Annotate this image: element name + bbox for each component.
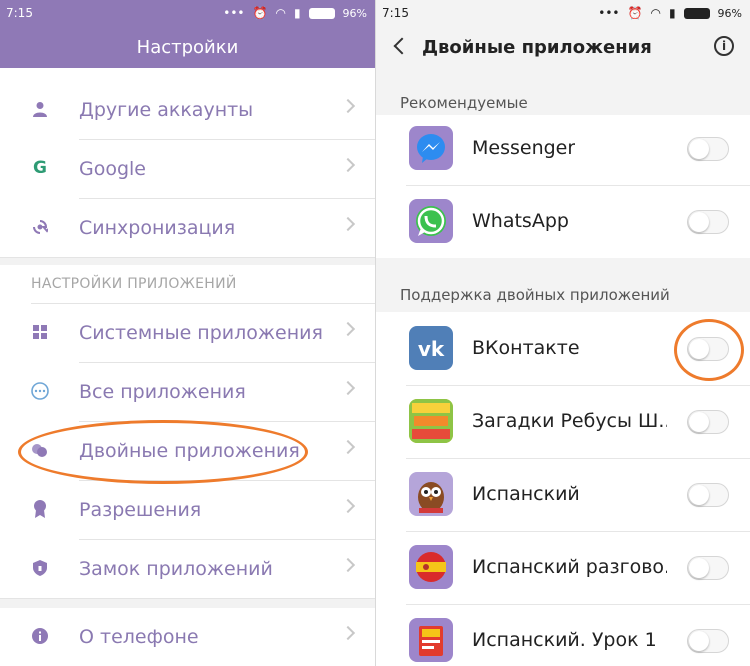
dual-icon: [29, 439, 51, 461]
status-time: 7:15: [382, 6, 409, 20]
settings-item-about-phone[interactable]: О телефоне: [0, 607, 375, 666]
settings-item-system-apps[interactable]: Системные приложения: [0, 303, 375, 362]
dual-app-toggle[interactable]: [687, 483, 729, 507]
app-row-whatsapp[interactable]: WhatsApp: [376, 185, 750, 258]
dual-apps-screen: 7:15 ••• ⏰ ◠ ▮ 96% Двойные приложения i …: [376, 0, 750, 666]
signal-icon: ▮: [668, 6, 676, 20]
badge-icon: [29, 498, 51, 520]
settings-item-label: Замок приложений: [79, 557, 273, 580]
dual-app-toggle[interactable]: [687, 210, 729, 234]
app-row-spanish-lesson[interactable]: Испанский. Урок 1: [376, 604, 750, 666]
app-name: Messenger: [472, 137, 576, 159]
whatsapp-icon: [409, 199, 453, 243]
app-row-spanish-conversation[interactable]: Испанский разгово...: [376, 531, 750, 604]
app-name: Испанский: [472, 483, 580, 505]
vk-icon: vk: [409, 326, 453, 370]
section-title: Рекомендуемые: [400, 94, 528, 112]
status-bar: 7:15 ••• ⏰ ◠ ▮ 96%: [0, 0, 375, 26]
battery-percent: 96%: [342, 6, 367, 20]
settings-item-all-apps[interactable]: Все приложения: [0, 362, 375, 421]
spain-flag-icon: [409, 545, 453, 589]
chevron-right-icon: [340, 380, 356, 396]
settings-item-label: Разрешения: [79, 498, 202, 521]
app-row-spanish[interactable]: Испанский: [376, 458, 750, 531]
app-name: Испанский. Урок 1: [472, 629, 657, 651]
settings-item-label: О телефоне: [79, 625, 199, 648]
dual-app-toggle[interactable]: [687, 410, 729, 434]
chevron-right-icon: [340, 625, 356, 641]
grid-icon: [29, 321, 51, 343]
app-name: ВКонтакте: [472, 337, 580, 359]
app-name: Испанский разгово...: [472, 556, 667, 578]
settings-item-label: Синхронизация: [79, 216, 236, 239]
section-supported: Поддержка двойных приложений: [376, 258, 750, 312]
back-arrow-icon[interactable]: [393, 37, 411, 55]
settings-item-dual-apps[interactable]: Двойные приложения: [0, 421, 375, 480]
settings-item-label: Google: [79, 157, 147, 180]
section-recommended: Рекомендуемые: [376, 68, 750, 115]
status-bar: 7:15 ••• ⏰ ◠ ▮ 96%: [376, 0, 750, 26]
settings-item-label: Системные приложения: [79, 321, 323, 344]
shield-icon: [29, 557, 51, 579]
dots-icon: •••: [598, 6, 620, 20]
person-icon: [29, 98, 51, 120]
chevron-right-icon: [340, 498, 356, 514]
riddles-icon: [409, 399, 453, 443]
battery-icon: [308, 7, 335, 19]
settings-screen: 7:15 ••• ⏰ ◠ ▮ 96% Настройки Другие акка…: [0, 0, 375, 666]
settings-item-label: Двойные приложения: [79, 439, 300, 462]
settings-item-app-lock[interactable]: Замок приложений: [0, 539, 375, 598]
alarm-icon: ⏰: [627, 6, 643, 20]
chevron-right-icon: [340, 557, 356, 573]
wifi-icon: ◠: [650, 6, 661, 20]
page-title: Настройки: [0, 26, 375, 68]
dots-icon: •••: [223, 6, 245, 20]
svg-text:vk: vk: [418, 337, 445, 361]
settings-item-label: Все приложения: [79, 380, 246, 403]
settings-item-label: Другие аккаунты: [79, 98, 254, 121]
dual-app-toggle[interactable]: [687, 556, 729, 580]
dual-app-toggle[interactable]: [687, 629, 729, 653]
info-icon[interactable]: i: [714, 36, 734, 56]
owl-icon: [409, 472, 453, 516]
signal-icon: ▮: [293, 6, 301, 20]
alarm-icon: ⏰: [252, 6, 268, 20]
chevron-right-icon: [340, 321, 356, 337]
battery-icon: [683, 7, 710, 19]
chevron-right-icon: [340, 157, 356, 173]
chevron-right-icon: [340, 216, 356, 232]
app-row-messenger[interactable]: Messenger: [376, 112, 750, 185]
book-icon: [409, 618, 453, 662]
battery-percent: 96%: [717, 6, 742, 20]
dual-app-toggle[interactable]: [687, 137, 729, 161]
messenger-icon: [409, 126, 453, 170]
chevron-right-icon: [340, 98, 356, 114]
section-title: Поддержка двойных приложений: [400, 286, 670, 304]
settings-item-permissions[interactable]: Разрешения: [0, 480, 375, 539]
chevron-right-icon: [340, 439, 356, 455]
app-name: WhatsApp: [472, 210, 569, 232]
settings-item-google[interactable]: G Google: [0, 139, 375, 198]
settings-item-sync[interactable]: Синхронизация: [0, 198, 375, 257]
google-icon: G: [33, 158, 47, 178]
section-title-app-settings: НАСТРОЙКИ ПРИЛОЖЕНИЙ: [31, 276, 237, 292]
sync-icon: [29, 216, 51, 238]
app-row-riddles[interactable]: Загадки Ребусы Ш...: [376, 385, 750, 458]
dual-app-toggle[interactable]: [687, 337, 729, 361]
app-name: Загадки Ребусы Ш...: [472, 410, 667, 432]
app-bar: Двойные приложения i: [376, 26, 750, 68]
app-row-vk[interactable]: vk ВКонтакте: [376, 312, 750, 385]
status-time: 7:15: [6, 6, 33, 20]
info-icon: [29, 625, 51, 647]
wifi-icon: ◠: [275, 6, 286, 20]
settings-item-other-accounts[interactable]: Другие аккаунты: [0, 80, 375, 139]
dots-icon: [29, 380, 51, 402]
page-title: Двойные приложения: [422, 36, 652, 58]
